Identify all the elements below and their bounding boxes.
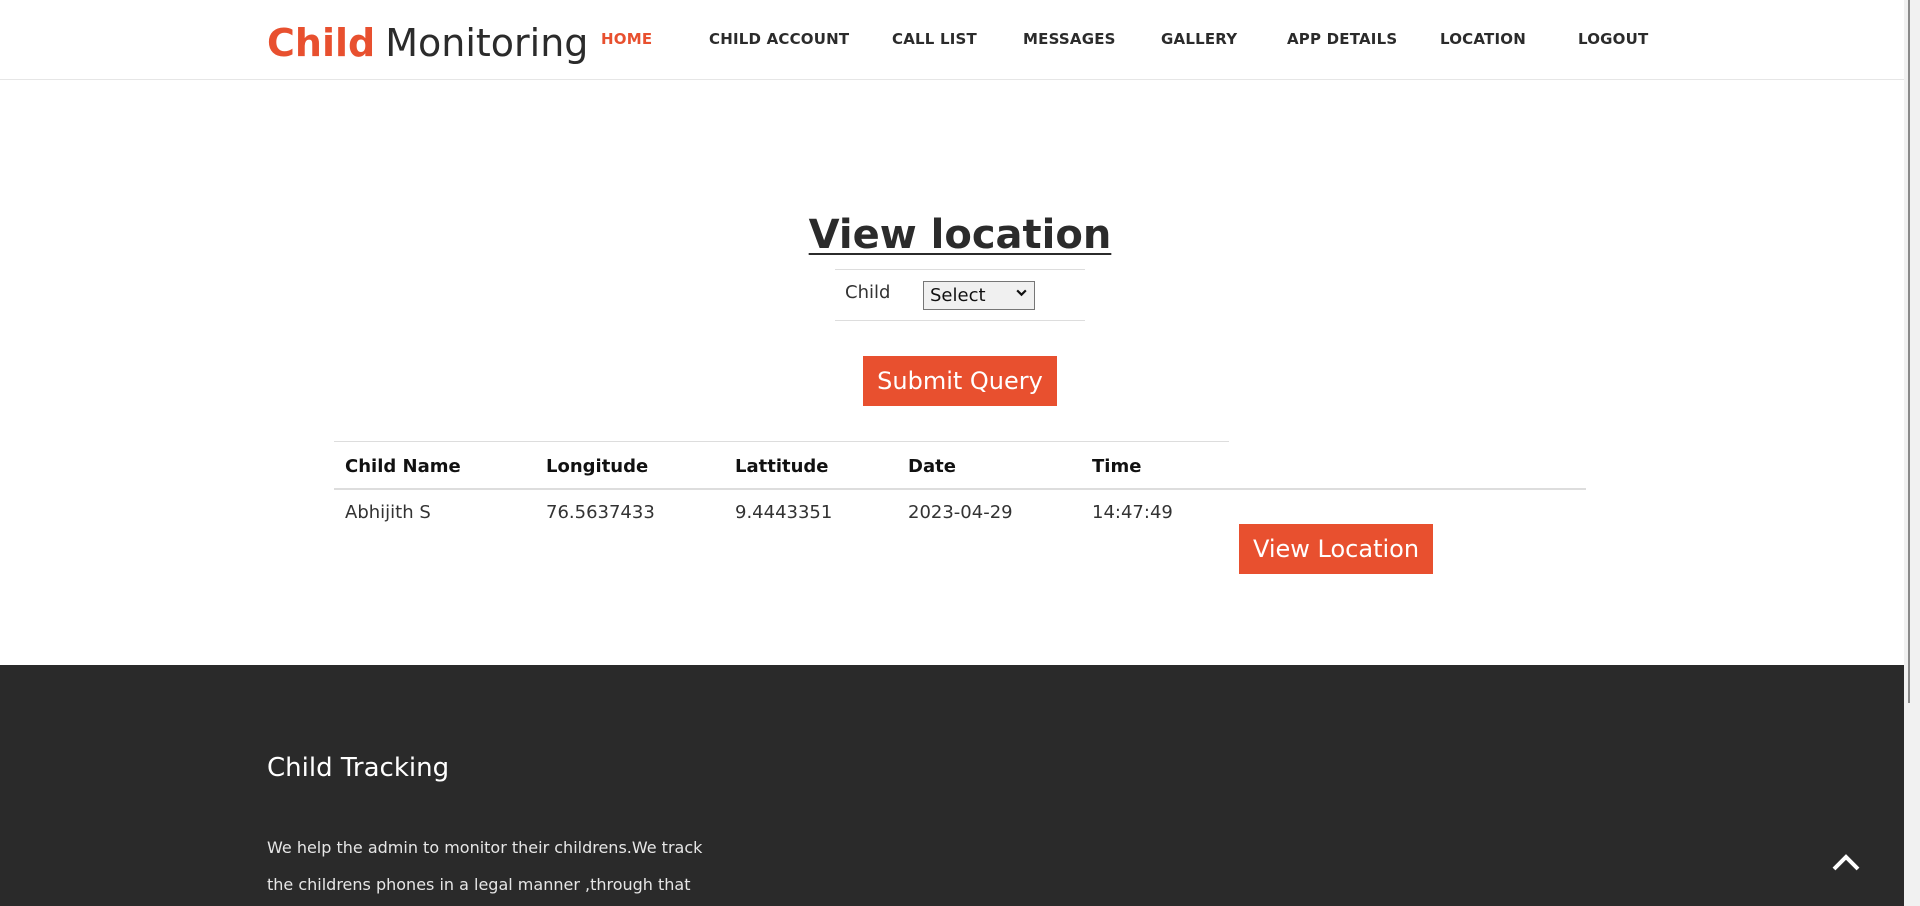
child-select[interactable]: Select	[923, 281, 1035, 310]
child-label: Child	[845, 282, 891, 303]
header-date: Date	[908, 456, 956, 477]
back-to-top-button[interactable]	[1826, 847, 1866, 877]
chevron-up-icon	[1826, 854, 1866, 881]
page-title: View location	[808, 212, 1112, 258]
footer-description: We help the admin to monitor their child…	[267, 838, 703, 894]
child-select-value: Select	[930, 285, 986, 306]
header-time: Time	[1092, 456, 1142, 477]
header-lattitude: Lattitude	[735, 456, 829, 477]
page-scrollbar[interactable]	[1904, 0, 1920, 906]
nav-app-details[interactable]: APP DETAILS	[1287, 30, 1397, 48]
submit-query-button[interactable]: Submit Query	[863, 356, 1057, 406]
cell-lattitude: 9.4443351	[735, 502, 833, 523]
cell-child-name: Abhijith S	[345, 502, 431, 523]
chevron-down-icon	[1015, 286, 1028, 303]
nav-logout[interactable]: LOGOUT	[1578, 30, 1648, 48]
nav-location[interactable]: LOCATION	[1440, 30, 1526, 48]
nav-call-list[interactable]: CALL LIST	[892, 30, 977, 48]
header-child-name: Child Name	[345, 456, 461, 477]
cell-time: 14:47:49	[1092, 502, 1173, 523]
header-divider	[334, 488, 1586, 490]
header-longitude: Longitude	[546, 456, 649, 477]
site-header: Child Monitoring HOME CHILD ACCOUNT CALL …	[0, 0, 1904, 80]
nav-home[interactable]: HOME	[601, 30, 652, 48]
main-nav: HOME CHILD ACCOUNT CALL LIST MESSAGES GA…	[0, 0, 1904, 80]
nav-child-account[interactable]: CHILD ACCOUNT	[709, 30, 849, 48]
footer-title: Child Tracking	[267, 753, 450, 783]
site-footer: Child Tracking We help the admin to moni…	[0, 665, 1904, 906]
child-select-form: Child Select	[835, 269, 1085, 321]
nav-messages[interactable]: MESSAGES	[1023, 30, 1116, 48]
view-location-button[interactable]: View Location	[1239, 524, 1433, 574]
nav-gallery[interactable]: GALLERY	[1161, 30, 1237, 48]
scrollbar-thumb[interactable]	[1908, 0, 1910, 703]
cell-date: 2023-04-29	[908, 502, 1013, 523]
table-header: Child Name Longitude Lattitude Date Time	[334, 441, 1229, 489]
cell-longitude: 76.5637433	[546, 502, 655, 523]
